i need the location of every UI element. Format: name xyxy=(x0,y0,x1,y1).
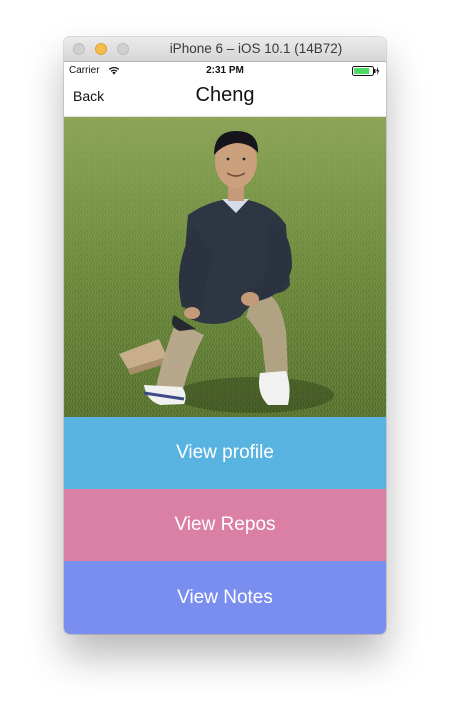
minimize-window-button[interactable] xyxy=(95,43,107,55)
view-profile-button[interactable]: View profile xyxy=(64,417,386,489)
window-titlebar: iPhone 6 – iOS 10.1 (14B72) xyxy=(64,37,386,62)
simulator-window: iPhone 6 – iOS 10.1 (14B72) Carrier 2:31… xyxy=(64,37,386,634)
window-title: iPhone 6 – iOS 10.1 (14B72) xyxy=(169,41,343,56)
device-screen: Carrier 2:31 PM Back Cheng View profile … xyxy=(64,62,386,634)
view-repos-label: View Repos xyxy=(174,514,276,535)
status-bar: Carrier 2:31 PM xyxy=(64,62,386,79)
zoom-window-button[interactable] xyxy=(117,43,129,55)
view-repos-button[interactable]: View Repos xyxy=(64,489,386,561)
view-notes-label: View Notes xyxy=(177,586,273,608)
view-notes-button[interactable]: View Notes xyxy=(64,561,386,634)
navigation-bar: Back Cheng xyxy=(64,79,386,117)
status-time: 2:31 PM xyxy=(206,65,244,76)
battery-level-fill xyxy=(354,68,370,74)
view-profile-label: View profile xyxy=(176,442,274,463)
close-window-button[interactable] xyxy=(73,43,85,55)
nav-title: Cheng xyxy=(195,84,255,106)
battery-charging-icon xyxy=(352,66,380,79)
profile-photo xyxy=(64,117,386,417)
